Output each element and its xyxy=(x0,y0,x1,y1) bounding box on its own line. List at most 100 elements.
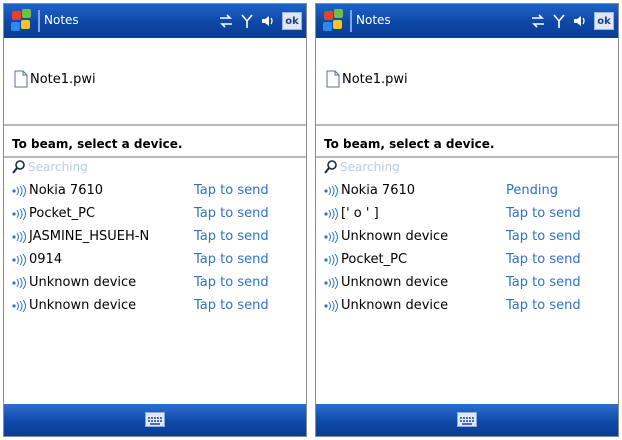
device-row[interactable]: JASMINE_HSUEH-N Tap to send xyxy=(12,226,302,249)
windows-logo-icon xyxy=(334,9,343,18)
keyboard-icon[interactable] xyxy=(145,412,165,427)
ok-button[interactable]: ok xyxy=(282,12,302,30)
device-name: Nokia 7610 xyxy=(341,183,416,198)
title-bar: Notes ok xyxy=(4,4,306,38)
device-name: Nokia 7610 xyxy=(29,183,104,198)
windows-logo-icon xyxy=(21,20,30,29)
tap-to-send-link[interactable]: Tap to send xyxy=(506,206,581,221)
device-row[interactable]: Unknown device Tap to send xyxy=(324,272,614,295)
tap-to-send-link[interactable]: Tap to send xyxy=(506,298,581,313)
device-row[interactable]: Pocket_PC Tap to send xyxy=(324,249,614,272)
system-tray: ok xyxy=(218,9,302,33)
menu-bar xyxy=(316,404,618,436)
windows-logo-icon xyxy=(324,11,333,20)
volume-icon[interactable] xyxy=(260,13,276,29)
device-row[interactable]: Nokia 7610 Pending xyxy=(324,180,614,203)
document-icon xyxy=(326,70,340,88)
keyboard-keys-icon xyxy=(148,417,162,425)
document-icon xyxy=(14,70,28,88)
infrared-beam-icon xyxy=(12,254,26,266)
signal-antenna-icon[interactable] xyxy=(552,13,566,29)
divider xyxy=(4,156,306,158)
device-list: Nokia 7610 Tap to send Pocket_PC Tap to … xyxy=(12,180,302,318)
device-row[interactable]: Unknown device Tap to send xyxy=(12,272,302,295)
magnifier-icon xyxy=(12,160,25,174)
tap-to-send-link[interactable]: Tap to send xyxy=(506,229,581,244)
tap-to-send-link[interactable]: Tap to send xyxy=(194,275,269,290)
tap-to-send-link[interactable]: Tap to send xyxy=(194,298,269,313)
connectivity-icon[interactable] xyxy=(218,13,234,29)
device-name: Pocket_PC xyxy=(341,252,408,267)
tap-to-send-link[interactable]: Tap to send xyxy=(194,206,269,221)
device-name: Unknown device xyxy=(341,275,449,290)
divider xyxy=(316,156,618,158)
title-bar: Notes ok xyxy=(316,4,618,38)
infrared-beam-icon xyxy=(324,185,338,197)
device-name: Unknown device xyxy=(341,229,449,244)
device-name: Pocket_PC xyxy=(29,206,96,221)
device-row[interactable]: Nokia 7610 Tap to send xyxy=(12,180,302,203)
infrared-beam-icon xyxy=(12,277,26,289)
beam-instruction: To beam, select a device. xyxy=(324,137,495,151)
title-divider xyxy=(38,10,40,32)
signal-antenna-icon[interactable] xyxy=(240,13,254,29)
title-divider xyxy=(350,10,352,32)
infrared-beam-icon xyxy=(12,208,26,220)
tap-to-send-link[interactable]: Tap to send xyxy=(194,229,269,244)
keyboard-keys-icon xyxy=(460,417,474,425)
infrared-beam-icon xyxy=(12,185,26,197)
device-name: [' o ' ] xyxy=(341,206,379,221)
tap-to-send-link[interactable]: Tap to send xyxy=(194,252,269,267)
system-tray: ok xyxy=(530,9,614,33)
searching-text: Searching xyxy=(28,160,88,174)
divider xyxy=(4,124,306,126)
windows-logo-icon xyxy=(333,20,342,29)
infrared-beam-icon xyxy=(12,231,26,243)
infrared-beam-icon xyxy=(324,254,338,266)
keyboard-icon[interactable] xyxy=(457,412,477,427)
infrared-beam-icon xyxy=(324,277,338,289)
infrared-beam-icon xyxy=(324,300,338,312)
device-name: Unknown device xyxy=(341,298,449,313)
device-row[interactable]: Unknown device Tap to send xyxy=(12,295,302,318)
infrared-beam-icon xyxy=(324,231,338,243)
file-item[interactable]: Note1.pwi xyxy=(326,70,408,88)
device-list: Nokia 7610 Pending [' o ' ] Tap to send … xyxy=(324,180,614,318)
file-name: Note1.pwi xyxy=(30,71,96,87)
infrared-beam-icon xyxy=(324,208,338,220)
connectivity-icon[interactable] xyxy=(530,13,546,29)
infrared-beam-icon xyxy=(12,300,26,312)
ok-button[interactable]: ok xyxy=(594,12,614,30)
windows-logo-icon xyxy=(323,22,332,31)
device-row[interactable]: Unknown device Tap to send xyxy=(324,226,614,249)
app-title: Notes xyxy=(44,13,79,27)
pocketpc-screen-left: Notes ok Note1.pwi To beam, select a dev… xyxy=(3,3,307,437)
tap-to-send-link[interactable]: Tap to send xyxy=(506,252,581,267)
divider xyxy=(316,124,618,126)
menu-bar xyxy=(4,404,306,436)
volume-icon[interactable] xyxy=(572,13,588,29)
device-row[interactable]: Unknown device Tap to send xyxy=(324,295,614,318)
windows-logo-icon xyxy=(12,11,21,20)
device-name: Unknown device xyxy=(29,298,137,313)
device-name: JASMINE_HSUEH-N xyxy=(29,229,150,244)
app-title: Notes xyxy=(356,13,391,27)
file-name: Note1.pwi xyxy=(342,71,408,87)
start-menu-button[interactable] xyxy=(7,7,37,35)
start-menu-button[interactable] xyxy=(319,7,349,35)
device-row[interactable]: 0914 Tap to send xyxy=(12,249,302,272)
tap-to-send-link[interactable]: Tap to send xyxy=(194,183,269,198)
magnifier-icon xyxy=(324,160,337,174)
tap-to-send-link[interactable]: Tap to send xyxy=(506,275,581,290)
searching-status: Searching xyxy=(12,160,88,174)
pending-status: Pending xyxy=(506,183,558,198)
windows-logo-icon xyxy=(11,22,20,31)
device-row[interactable]: Pocket_PC Tap to send xyxy=(12,203,302,226)
beam-instruction: To beam, select a device. xyxy=(12,137,183,151)
device-name: 0914 xyxy=(29,252,63,267)
searching-text: Searching xyxy=(340,160,400,174)
pocketpc-screen-right: Notes ok Note1.pwi To beam, select a dev… xyxy=(315,3,619,437)
searching-status: Searching xyxy=(324,160,400,174)
file-item[interactable]: Note1.pwi xyxy=(14,70,96,88)
device-row[interactable]: [' o ' ] Tap to send xyxy=(324,203,614,226)
